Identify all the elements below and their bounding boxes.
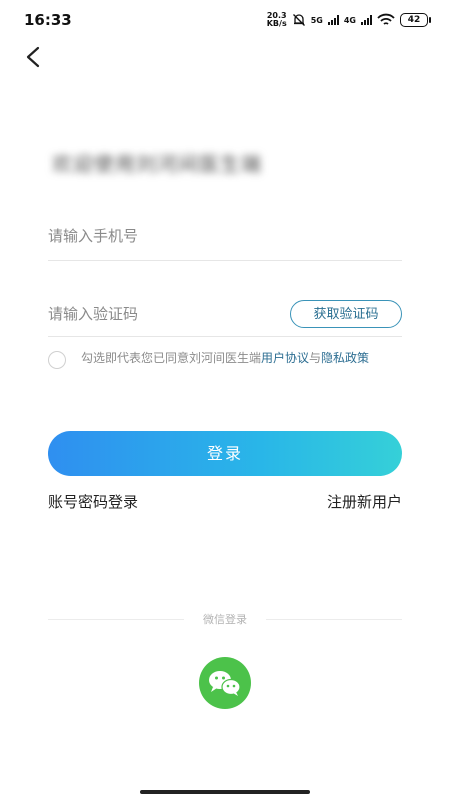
wechat-icon <box>209 671 241 696</box>
privacy-policy-link[interactable]: 隐私政策 <box>321 351 369 365</box>
network-type-2: 4G <box>343 15 356 25</box>
signal-icon-1 <box>327 15 339 25</box>
welcome-text: 欢迎使用刘河间医生端 <box>52 152 262 176</box>
back-arrow-icon <box>26 46 40 68</box>
battery-indicator: 42 <box>400 13 431 27</box>
login-button[interactable]: 登录 <box>48 431 402 476</box>
wechat-login-button[interactable] <box>199 657 251 709</box>
register-link[interactable]: 注册新用户 <box>327 491 402 512</box>
network-speed: 20.3 KB/s <box>267 12 287 28</box>
agreement-text: 勾选即代表您已同意刘河间医生端用户协议与隐私政策 <box>81 350 399 367</box>
network-type-1: 5G <box>310 15 323 25</box>
network-speed-unit: KB/s <box>266 19 287 28</box>
divider-left <box>48 619 184 620</box>
password-login-link[interactable]: 账号密码登录 <box>48 491 138 512</box>
status-icons: 20.3 KB/s 5G 4G 42 <box>267 10 431 30</box>
agreement-prefix: 勾选即代表您已同意刘河间医生端 <box>81 351 262 365</box>
phone-input[interactable] <box>48 216 268 256</box>
wifi-icon <box>377 13 395 25</box>
status-bar: 16:33 20.3 KB/s 5G 4G 42 <box>0 0 450 40</box>
signal-icon-2 <box>361 15 372 25</box>
verification-code-input[interactable] <box>48 294 268 334</box>
agreement-conjunction: 与 <box>309 351 322 365</box>
agreement-checkbox[interactable] <box>48 351 66 369</box>
welcome-banner: 欢迎使用刘河间医生端 <box>44 112 336 182</box>
wechat-login-label: 微信登录 <box>203 613 247 626</box>
bell-off-icon <box>292 14 305 26</box>
home-indicator[interactable] <box>140 790 310 794</box>
divider-right <box>266 619 402 620</box>
back-button[interactable] <box>18 40 54 76</box>
get-code-button[interactable]: 获取验证码 <box>290 300 402 328</box>
user-agreement-link[interactable]: 用户协议 <box>261 351 309 365</box>
phone-field <box>48 216 402 261</box>
verification-code-field: 获取验证码 <box>48 294 402 337</box>
status-time: 16:33 <box>24 11 72 29</box>
